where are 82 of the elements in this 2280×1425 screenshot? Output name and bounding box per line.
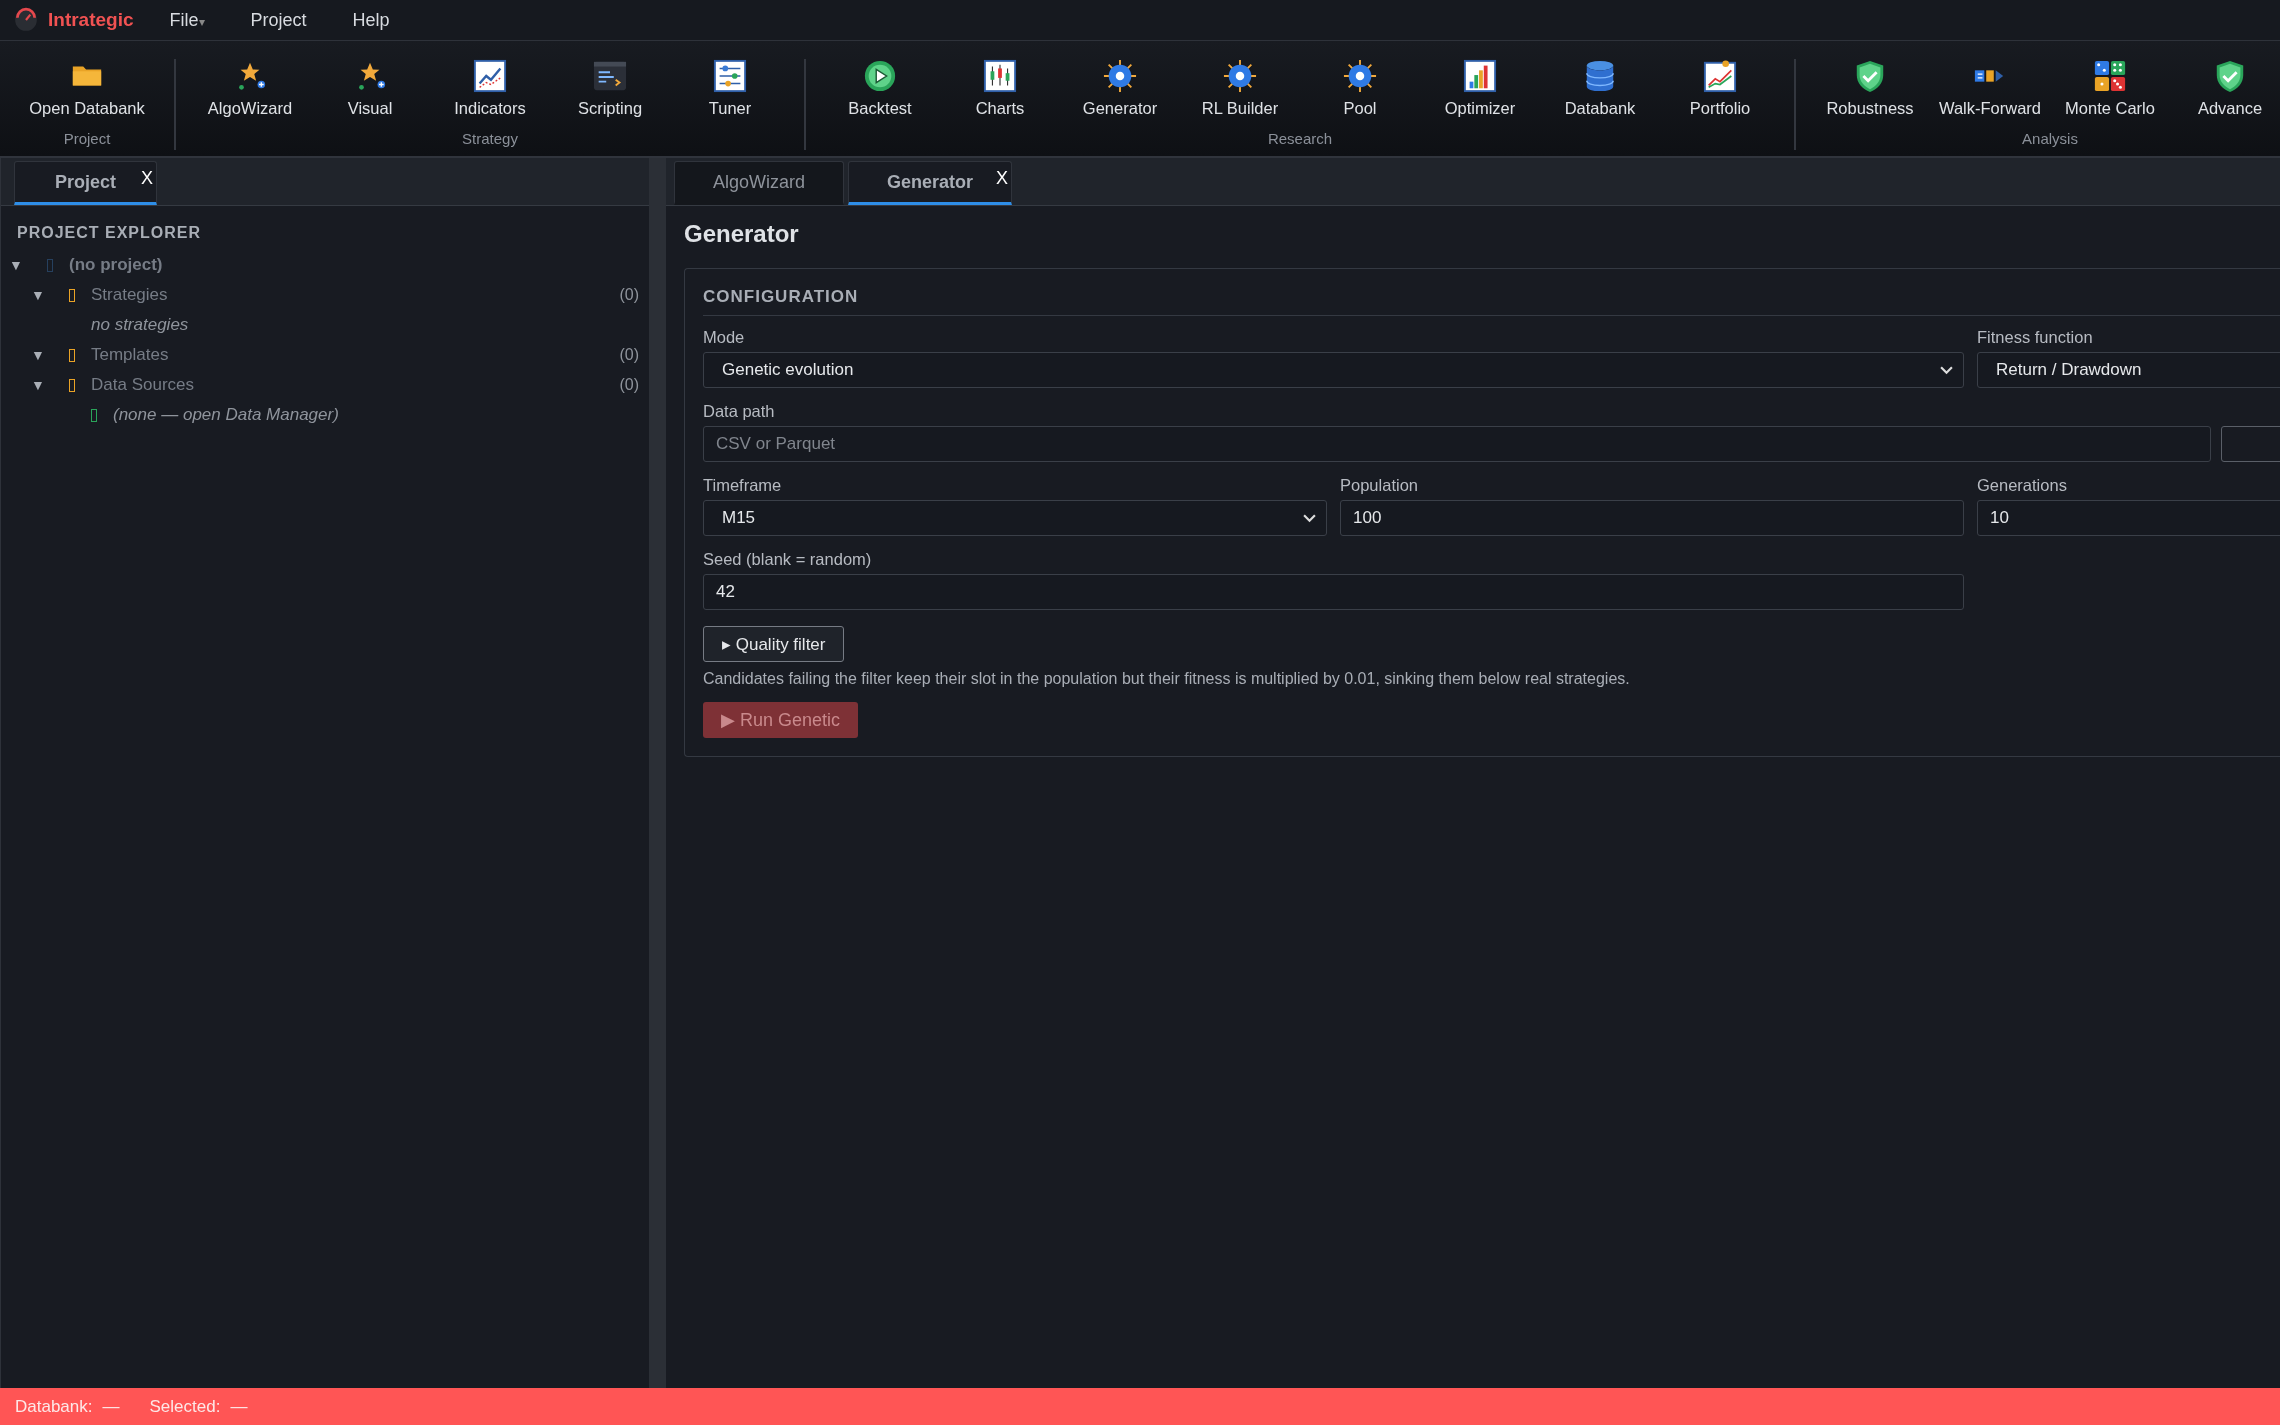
- toolbar-button[interactable]: Open Databank: [14, 59, 160, 118]
- status-value: —: [230, 1396, 248, 1417]
- toolbar-button[interactable]: Databank: [1540, 59, 1660, 118]
- tree-item[interactable]: Templates: [91, 345, 169, 365]
- gear-icon: [1343, 59, 1377, 93]
- panel-title: PROJECT EXPLORER: [16, 224, 203, 242]
- bar-chart-icon: [1463, 59, 1497, 93]
- toolbar-button[interactable]: Monte Carlo: [2050, 59, 2170, 118]
- item-count: (0): [619, 286, 639, 304]
- status-label: Selected:: [149, 1396, 221, 1417]
- database-icon: [1583, 59, 1617, 93]
- line-chart-icon: [473, 59, 507, 93]
- field-label: Seed (blank = random): [703, 550, 873, 569]
- toolbar-button[interactable]: Visual: [310, 59, 430, 118]
- candlestick-chart-icon: [983, 59, 1017, 93]
- seed-field[interactable]: 42: [703, 574, 1964, 610]
- field-label: Fitness function: [1977, 328, 2094, 347]
- quality-filter-button[interactable]: ▸ Quality filter: [703, 626, 845, 662]
- gear-icon: [1223, 59, 1257, 93]
- expand-arrow[interactable]: ▼: [31, 347, 45, 363]
- terminal-icon: [593, 59, 627, 93]
- chevron-down-icon: [1303, 513, 1316, 523]
- toolbar-button[interactable]: Indicators: [430, 59, 550, 118]
- status-value: —: [102, 1396, 120, 1417]
- item-count: (0): [619, 376, 639, 394]
- gear-icon: [1103, 59, 1137, 93]
- generations-field[interactable]: 10: [1977, 500, 2280, 536]
- menu-item[interactable]: Project: [240, 5, 317, 35]
- page-title: Generator: [684, 220, 800, 248]
- logo-icon: [13, 7, 39, 33]
- toolbar-button[interactable]: Advance: [2170, 59, 2280, 118]
- toolbar-button[interactable]: Backtest: [820, 59, 940, 118]
- sliders-icon: [713, 59, 747, 93]
- dice-grid-icon: [2093, 59, 2127, 93]
- toolbar-button[interactable]: Scripting: [550, 59, 670, 118]
- toolbar-button[interactable]: Optimizer: [1420, 59, 1540, 118]
- document-tab[interactable]: AlgoWizard: [674, 161, 845, 205]
- field-label: Data path: [703, 402, 776, 421]
- section-title: CONFIGURATION: [703, 287, 2280, 316]
- play-icon: [863, 59, 897, 93]
- menu-item[interactable]: Help: [342, 5, 400, 35]
- toolbar-button[interactable]: RL Builder: [1180, 59, 1300, 118]
- tree-item[interactable]: Strategies: [91, 285, 168, 305]
- panel-tab[interactable]: Project X: [14, 161, 158, 205]
- group-label: Strategy: [462, 130, 518, 147]
- field-label: Generations: [1977, 476, 2068, 495]
- document-tab[interactable]: Generator X: [848, 161, 1013, 205]
- toolbar-button[interactable]: Tuner: [670, 59, 790, 118]
- close-button[interactable]: X: [141, 168, 154, 189]
- field-label: Timeframe: [703, 476, 783, 495]
- group-label: Analysis: [2022, 130, 2078, 147]
- chevron-down-icon: [1940, 365, 1953, 375]
- population-field[interactable]: 100: [1340, 500, 1964, 536]
- expand-arrow[interactable]: ▼: [9, 257, 23, 273]
- status-label: Databank:: [15, 1396, 93, 1417]
- expand-arrow[interactable]: ▼: [31, 377, 45, 393]
- fitness-dropdown[interactable]: Return / Drawdown: [1977, 352, 2280, 388]
- toolbar-button[interactable]: Robustness: [1810, 59, 1930, 118]
- toolbar-button[interactable]: Charts: [940, 59, 1060, 118]
- portfolio-chart-icon: [1703, 59, 1737, 93]
- group-label: Project: [63, 130, 111, 147]
- mode-dropdown[interactable]: Genetic evolution: [703, 352, 1964, 388]
- data-path-field[interactable]: CSV or Parquet: [703, 426, 2211, 462]
- help-text: Candidates failing the filter keep their slot in the population but their fitness is multiplied by 0.01, sinking them below real strategies.: [703, 670, 1631, 688]
- group-label: Research: [1267, 130, 1333, 147]
- toolbar-button[interactable]: Portfolio: [1660, 59, 1780, 118]
- item-count: (0): [619, 346, 639, 364]
- tree-item[interactable]: (no project): [69, 255, 163, 275]
- menu-item[interactable]: File▾: [159, 5, 215, 35]
- timeframe-dropdown[interactable]: M15: [703, 500, 1327, 536]
- tree-item[interactable]: no strategies: [91, 315, 189, 335]
- field-label: Population: [1340, 476, 1419, 495]
- toolbar-button[interactable]: Generator: [1060, 59, 1180, 118]
- field-label: Mode: [703, 328, 746, 347]
- toolbar-button[interactable]: Pool: [1300, 59, 1420, 118]
- tree-item[interactable]: (none — open Data Manager): [113, 405, 339, 425]
- expand-arrow[interactable]: ▼: [31, 287, 45, 303]
- toolbar-button[interactable]: Walk-Forward: [1930, 59, 2050, 118]
- close-button[interactable]: X: [996, 168, 1009, 189]
- tree-item[interactable]: Data Sources: [91, 375, 194, 395]
- app-name: Intrategic: [48, 9, 134, 31]
- toolbar-button[interactable]: AlgoWizard: [190, 59, 310, 118]
